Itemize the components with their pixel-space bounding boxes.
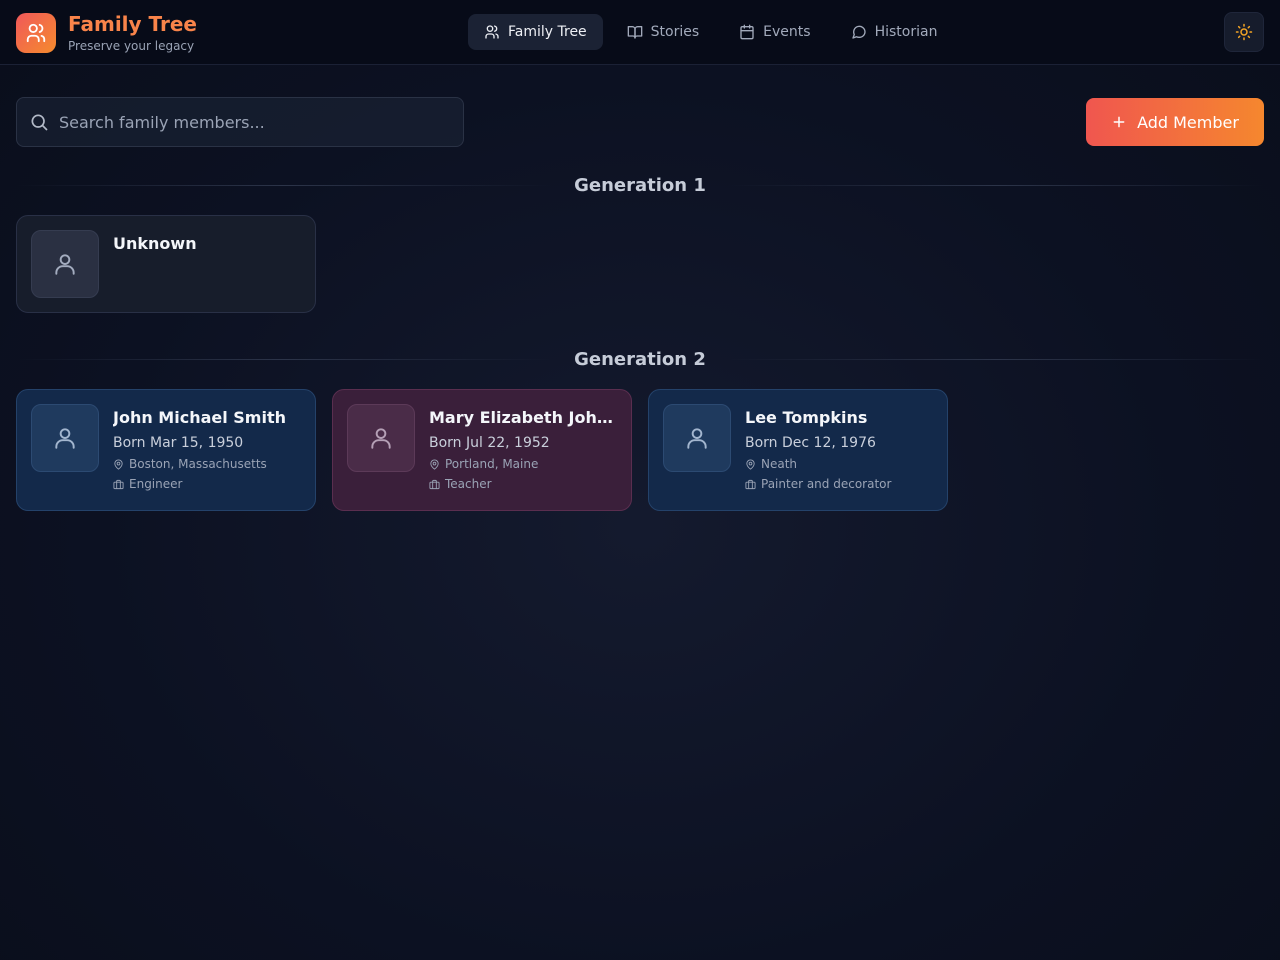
member-location: Portland, Maine [429, 456, 617, 472]
main-nav: Family Tree Stories Events Historian [468, 14, 953, 50]
member-card[interactable]: Unknown [16, 215, 316, 313]
calendar-icon [740, 24, 754, 40]
member-occupation: Teacher [429, 476, 617, 492]
member-location: Boston, Massachusetts [113, 456, 301, 472]
search-icon [31, 114, 48, 131]
generation-title: Generation 1 [574, 174, 706, 196]
tab-label: Events [763, 24, 811, 40]
member-name: Unknown [113, 234, 197, 253]
member-born: Born Dec 12, 1976 [745, 435, 876, 451]
tab-label: Family Tree [508, 24, 587, 40]
map-pin-icon [746, 458, 755, 470]
add-member-label: Add Member [1137, 112, 1239, 132]
avatar [663, 404, 731, 472]
tab-label: Stories [650, 24, 700, 40]
member-card[interactable]: John Michael Smith Born Mar 15, 1950 Bos… [16, 389, 316, 511]
search-input[interactable] [59, 98, 463, 146]
tab-events[interactable]: Events [723, 14, 826, 50]
briefcase-icon [113, 479, 124, 489]
sun-icon [1235, 23, 1253, 41]
member-occupation: Painter and decorator [745, 476, 933, 492]
app-title: Family Tree [68, 12, 197, 36]
theme-toggle-button[interactable] [1224, 12, 1264, 52]
tab-label: Historian [874, 24, 938, 40]
user-icon [371, 428, 391, 449]
search-field[interactable] [16, 97, 464, 147]
generation-heading: Generation 2 [16, 347, 1264, 371]
member-occupation: Engineer [113, 476, 301, 492]
briefcase-icon [745, 479, 756, 489]
add-member-button[interactable]: Add Member [1086, 98, 1264, 146]
avatar [31, 404, 99, 472]
generation-title: Generation 2 [574, 348, 706, 370]
avatar [347, 404, 415, 472]
users-icon [16, 13, 56, 53]
message-circle-icon [851, 25, 866, 39]
user-icon [687, 428, 707, 449]
member-born: Born Mar 15, 1950 [113, 435, 244, 451]
plus-icon [1113, 116, 1125, 128]
map-pin-icon [430, 458, 439, 470]
member-name: John Michael Smith [113, 408, 286, 427]
member-location: Neath [745, 456, 933, 472]
tab-historian[interactable]: Historian [835, 14, 954, 50]
user-icon [55, 254, 75, 275]
users-icon [485, 25, 499, 39]
avatar [31, 230, 99, 298]
member-name: Mary Elizabeth Johnson [429, 408, 617, 427]
tab-stories[interactable]: Stories [611, 14, 716, 50]
briefcase-icon [429, 479, 440, 489]
member-card[interactable]: Mary Elizabeth Johnson Born Jul 22, 1952… [332, 389, 632, 511]
member-card[interactable]: Lee Tompkins Born Dec 12, 1976 Neath Pai… [648, 389, 948, 511]
user-icon [55, 428, 75, 449]
generation-heading: Generation 1 [16, 173, 1264, 197]
map-pin-icon [114, 458, 123, 470]
member-born: Born Jul 22, 1952 [429, 435, 550, 451]
brand[interactable]: Family Tree Preserve your legacy [16, 12, 197, 54]
book-open-icon [627, 26, 643, 39]
app-subtitle: Preserve your legacy [68, 39, 195, 53]
top-bar: Family Tree Preserve your legacy Family … [0, 0, 1280, 65]
tab-family-tree[interactable]: Family Tree [468, 14, 603, 50]
member-name: Lee Tompkins [745, 408, 868, 427]
